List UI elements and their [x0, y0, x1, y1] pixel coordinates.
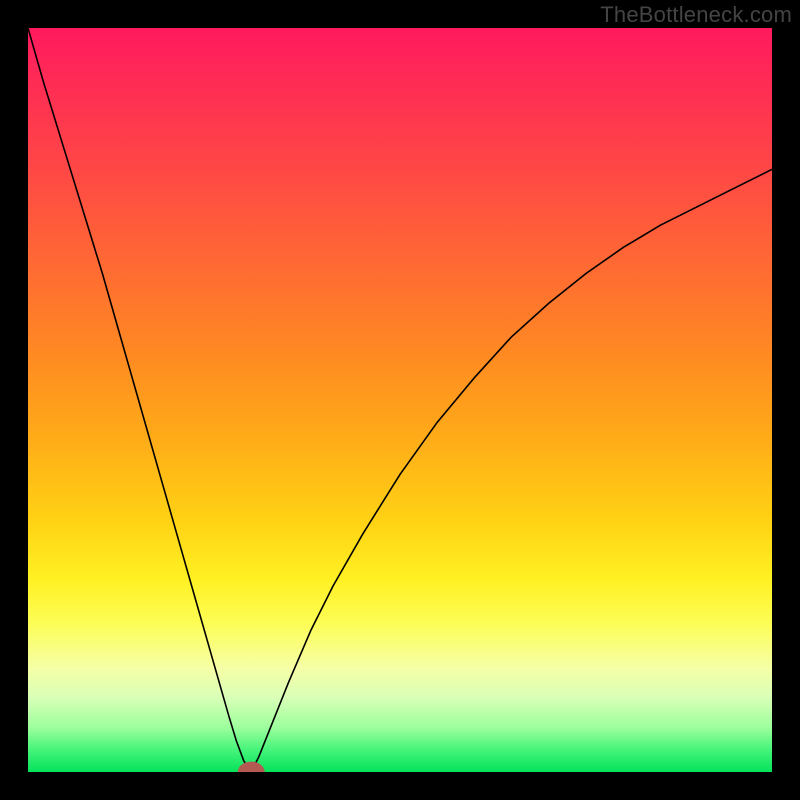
- curve-layer: [28, 28, 772, 772]
- watermark-text: TheBottleneck.com: [600, 2, 792, 28]
- chart-frame: TheBottleneck.com: [0, 0, 800, 800]
- plot-area: [28, 28, 772, 772]
- curve-right-branch: [251, 169, 772, 772]
- minimum-marker: [242, 765, 261, 772]
- curve-left-branch: [28, 28, 251, 772]
